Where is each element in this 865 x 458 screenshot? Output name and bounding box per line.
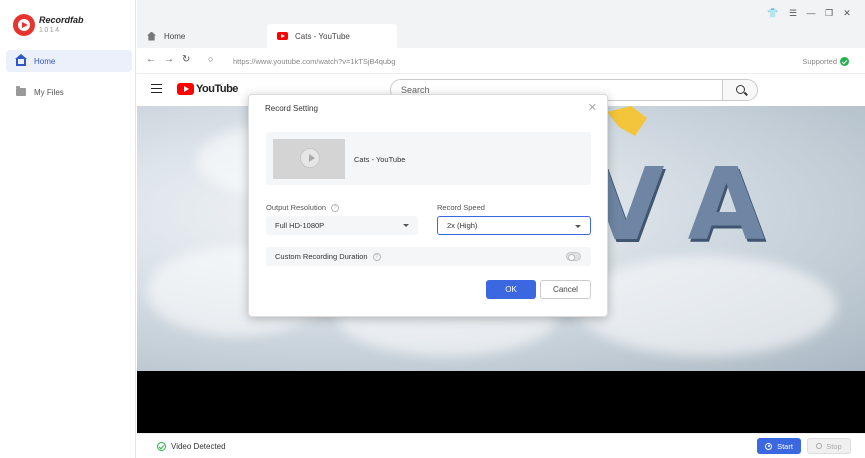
- sidebar-item-label: Home: [34, 56, 56, 66]
- record-speed-label: Record Speed: [437, 203, 485, 212]
- video-detected-label: Video Detected: [171, 442, 226, 451]
- youtube-icon: [277, 32, 288, 40]
- stop-icon: [816, 443, 823, 449]
- supported-label: Supported: [802, 57, 837, 66]
- chevron-down-icon: [575, 225, 581, 228]
- record-setting-dialog: Record Setting ✕ Cats - YouTube Output R…: [248, 94, 608, 317]
- close-icon[interactable]: ✕: [588, 101, 597, 114]
- start-button[interactable]: Start: [757, 438, 801, 454]
- address-bar: ← → ↻ ○ https://www.youtube.com/watch?v=…: [137, 48, 865, 74]
- tab-bar: Home Cats - YouTube 👕 ☰ — ❐ ✕: [137, 0, 865, 48]
- close-icon[interactable]: ✕: [841, 8, 853, 19]
- status-bar: Video Detected Start Stop: [137, 433, 865, 458]
- check-icon: [840, 57, 849, 66]
- sidebar-item-my-files[interactable]: My Files: [6, 81, 132, 103]
- label-text: Output Resolution: [266, 203, 327, 212]
- output-resolution-select[interactable]: Full HD-1080P: [266, 216, 418, 235]
- minimize-icon[interactable]: —: [805, 8, 817, 18]
- record-speed-select[interactable]: 2x (High): [437, 216, 591, 235]
- url-field[interactable]: https://www.youtube.com/watch?v=1kTSjB4q…: [233, 57, 395, 66]
- sidebar-item-label: My Files: [34, 87, 64, 97]
- youtube-search-button[interactable]: [722, 79, 758, 101]
- chevron-down-icon: [403, 224, 409, 227]
- custom-duration-label: Custom Recording Duration: [275, 252, 368, 261]
- home-icon: [147, 31, 156, 41]
- selected-value: Full HD-1080P: [275, 221, 325, 230]
- ok-button[interactable]: OK: [486, 280, 536, 299]
- app-name: Recordfab: [39, 15, 84, 25]
- tab-label: Home: [164, 31, 186, 41]
- back-arrow-icon[interactable]: ←: [146, 54, 156, 65]
- start-label: Start: [777, 441, 793, 451]
- restore-icon[interactable]: ❐: [823, 8, 835, 19]
- reload-icon[interactable]: ↻: [182, 54, 190, 65]
- custom-duration-toggle[interactable]: [566, 252, 581, 261]
- video-title: Cats - YouTube: [354, 155, 406, 164]
- tab-label: Cats - YouTube: [295, 31, 350, 41]
- tab-home[interactable]: Home: [137, 24, 265, 48]
- menu-icon[interactable]: ☰: [787, 8, 799, 19]
- dialog-title: Record Setting: [265, 104, 318, 113]
- help-icon[interactable]: ?: [331, 204, 340, 213]
- flame-graphic: [607, 106, 647, 136]
- sidebar: Recordfab 1014 Home My Files: [0, 0, 136, 458]
- video-placeholder-icon: [300, 148, 320, 168]
- forward-arrow-icon[interactable]: →: [164, 54, 174, 65]
- home-icon: [15, 54, 27, 66]
- selected-value: 2x (High): [447, 221, 478, 230]
- record-icon: [765, 442, 773, 450]
- video-info-card: Cats - YouTube: [266, 132, 591, 185]
- cancel-button[interactable]: Cancel: [540, 280, 591, 299]
- video-letterbox: [137, 371, 865, 433]
- app-logo: Recordfab 1014: [13, 14, 84, 36]
- custom-duration-row: Custom Recording Duration?: [266, 247, 591, 266]
- app-version: 1014: [39, 27, 61, 34]
- recordfab-logo-icon: [13, 14, 35, 36]
- output-resolution-label: Output Resolution?: [266, 203, 340, 213]
- hamburger-menu-icon[interactable]: [151, 84, 162, 93]
- youtube-logo-text: YouTube: [196, 83, 238, 95]
- check-circle-icon: [157, 442, 166, 451]
- shirt-icon[interactable]: 👕: [767, 8, 779, 19]
- stop-button[interactable]: Stop: [807, 438, 851, 454]
- search-icon: ○: [208, 54, 214, 64]
- stop-label: Stop: [826, 441, 842, 451]
- youtube-icon: [177, 83, 194, 95]
- help-icon[interactable]: ?: [372, 252, 381, 261]
- tab-cats-youtube[interactable]: Cats - YouTube: [267, 24, 397, 48]
- video-overlay-text: VA: [587, 146, 795, 263]
- magnifier-icon: [736, 85, 745, 94]
- youtube-logo[interactable]: YouTube: [177, 83, 238, 95]
- video-thumbnail: [273, 139, 345, 179]
- sidebar-item-home[interactable]: Home: [6, 50, 132, 72]
- folder-icon: [16, 86, 26, 96]
